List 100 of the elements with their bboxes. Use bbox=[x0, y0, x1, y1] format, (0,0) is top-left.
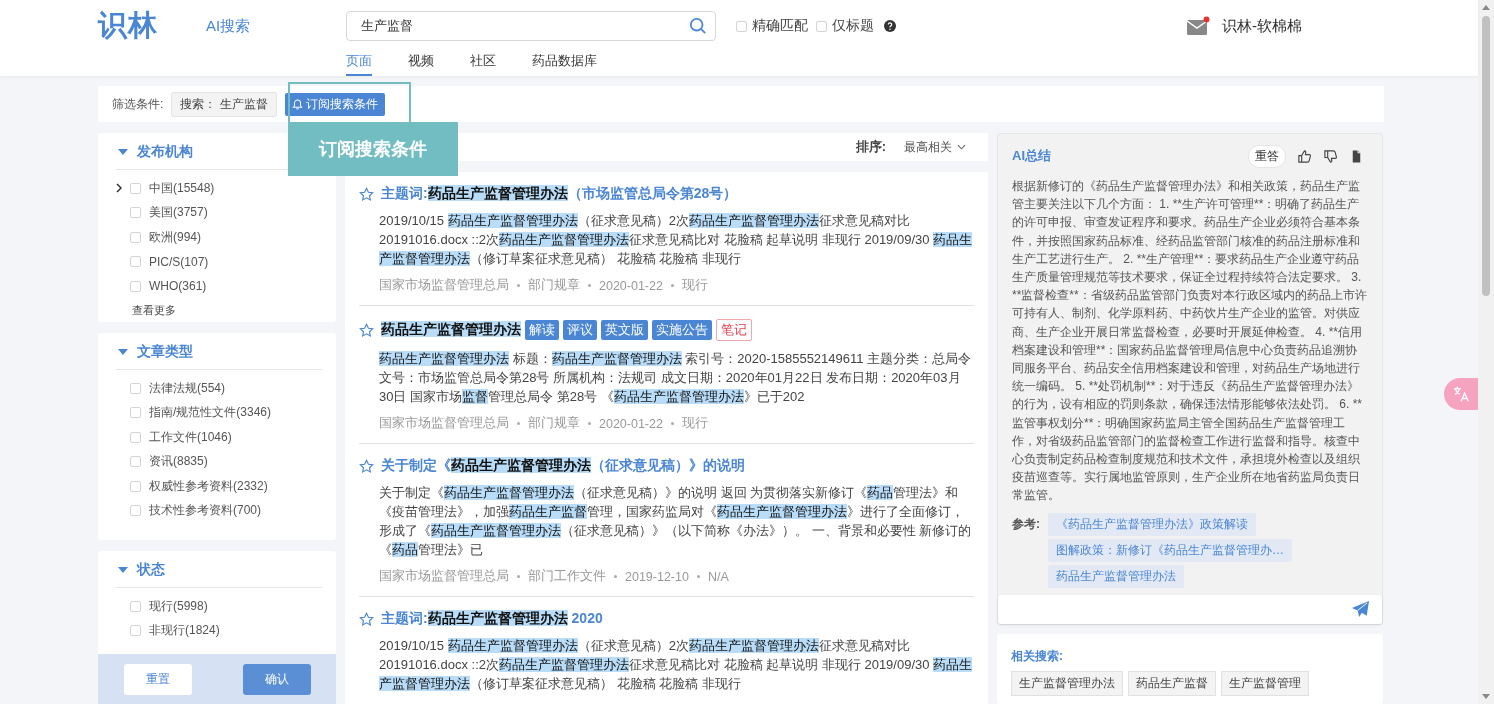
question-input[interactable] bbox=[998, 595, 1382, 624]
references-label: 参考: bbox=[1012, 515, 1040, 533]
checkbox[interactable] bbox=[736, 20, 747, 32]
result-meta: N/A bbox=[707, 569, 729, 584]
search-field[interactable]: 生产监督 bbox=[346, 11, 716, 41]
checkbox[interactable] bbox=[130, 456, 141, 468]
checkbox[interactable] bbox=[130, 407, 141, 419]
checkbox[interactable] bbox=[130, 505, 141, 517]
result-meta: 2019-12-10 bbox=[625, 569, 689, 584]
result-snippet: 药品生产监督管理办法 标题：药品生产监督管理办法 索引号：2020-1585552149611 主题分类：总局令文号：市场监管总局令第28号 所属机构：法规司 成文日期：2020年01月22日 发布日期：2020年03月30日 国家市场监督管理总局令 第28号 《药品生产监督管理办法》已于202 bbox=[379, 350, 973, 406]
user-name[interactable]: 识林-软棉棉 bbox=[1222, 16, 1302, 36]
related-search-chip[interactable]: 生产监督管理 bbox=[1221, 671, 1309, 696]
filter-option[interactable]: 权威性参考资料(2332) bbox=[149, 477, 268, 495]
panel-title[interactable]: 文章类型 bbox=[137, 343, 193, 361]
result-meta: 国家市场监督管理总局 bbox=[379, 568, 509, 585]
doc-tag[interactable]: 解读 bbox=[525, 320, 559, 340]
star-icon[interactable] bbox=[359, 186, 374, 202]
bell-icon bbox=[291, 98, 303, 110]
show-more-link[interactable]: 查看更多 bbox=[132, 302, 322, 318]
tooltip: 订阅搜索条件 bbox=[288, 122, 458, 176]
summary-text: 根据新修订的《药品生产监督管理办法》和相关政策，药品生产监管主要关注以下几个方面： 1. **生产许可管理**：明确了药品生产的许可申报、审查发证程序和要求。药品生产企业必须符合基本条件，并按照国家药品标准、经药品监管部门核准的药品注册标准和生产工艺进行生产。 2. **生产管理**：要求药品生产企业遵守药品生产质量管理规范等技术要求，保证全过程持续符合法定要求。 3. **监督检查**：省级药品监管部门负责对本行政区域内的药品上市许可持有人、制剂、化学原料药、中药饮片生产企业的监管。对供应商、生产企业开展日常监督检查，必要时开展延伸检查。 4. **信用档案建设和管理**：国家药品监督管理局信息中心负责药品追溯协同服务平台、药品安全信用档案建设和管理，对药品生产场地进行统一编码。 5. **处罚机制**：对于违反《药品生产监督管理办法》的行为，设有相应的罚则条款，确保违法情形能够依法处罚。 6. **监管事权划分**：明确国家药监局主管全国药品生产监督管理工作，对省级药品监管部门的监督检查工作进行监督和指导。核查中心负责制定药品检查制度规范和技术文件，承担境外检查以及组织疫苗巡查等。实行属地监管原则，生产企业所在地省药监局负责日常监管。 bbox=[1012, 178, 1368, 505]
reset-button[interactable]: 重置 bbox=[123, 663, 192, 695]
filter-chip[interactable]: 搜索： 生产监督 bbox=[171, 91, 277, 117]
filter-label: 筛选条件: bbox=[112, 95, 164, 113]
panel-title: 相关搜索: bbox=[1011, 648, 1064, 665]
caret-icon[interactable] bbox=[118, 567, 128, 573]
filter-option[interactable]: 法律法规(554) bbox=[149, 379, 225, 397]
nav-tab[interactable]: 页面 bbox=[346, 52, 372, 76]
star-icon[interactable] bbox=[359, 322, 374, 338]
result-title[interactable]: 关于制定《药品生产监督管理办法（征求意见稿）》的说明 bbox=[381, 457, 745, 475]
search-icon[interactable] bbox=[689, 17, 707, 35]
result-snippet: 关于制定《药品生产监督管理办法（征求意见稿）》的说明 返回 为贯彻落实新修订《药品管理法》和《疫苗管理法》，加强药品生产监督管理，国家药监局对《药品生产监督管理办法》进行了全面修订，形成了《药品生产监督管理办法（征求意见稿）》（以下简称《办法》）。 一、背景和必要性 新修订的《药品管理法》已 bbox=[379, 484, 973, 559]
filter-option[interactable]: WHO(361) bbox=[149, 279, 207, 294]
sort-label: 排序: bbox=[855, 138, 886, 156]
translate-button[interactable] bbox=[1444, 378, 1478, 410]
checkbox[interactable] bbox=[130, 207, 141, 219]
panel-title[interactable]: 发布机构 bbox=[137, 143, 193, 161]
site-logo[interactable]: 识林 bbox=[98, 6, 206, 46]
help-icon[interactable] bbox=[884, 20, 896, 32]
panel-title[interactable]: 状态 bbox=[137, 561, 165, 579]
filter-option[interactable]: 资讯(8835) bbox=[149, 453, 208, 471]
filter-option[interactable]: 现行(5998) bbox=[149, 597, 208, 615]
star-icon[interactable] bbox=[359, 611, 374, 627]
checkbox[interactable] bbox=[130, 480, 141, 492]
checkbox[interactable] bbox=[130, 231, 141, 243]
chevron-icon bbox=[957, 144, 966, 150]
note-tag[interactable]: 笔记 bbox=[716, 319, 752, 341]
related-search-chip[interactable]: 生产监督管理办法 bbox=[1011, 671, 1123, 696]
chevron-icon[interactable] bbox=[116, 183, 122, 194]
filter-option[interactable]: PIC/S(107) bbox=[149, 254, 209, 269]
checkbox[interactable] bbox=[130, 431, 141, 443]
option-label: 精确匹配 bbox=[752, 17, 808, 35]
nav-tab[interactable]: 社区 bbox=[470, 52, 496, 76]
sort-dropdown[interactable]: 最高相关 bbox=[904, 138, 966, 156]
translate-icon bbox=[1452, 385, 1470, 403]
mail-icon[interactable] bbox=[1186, 16, 1210, 36]
checkbox[interactable] bbox=[130, 256, 141, 268]
result-title[interactable]: 药品生产监督管理办法 bbox=[381, 321, 521, 339]
result-meta: 国家市场监督管理总局 bbox=[379, 277, 509, 294]
doc-tag[interactable]: 评议 bbox=[563, 320, 597, 340]
result-meta: 现行 bbox=[681, 277, 708, 294]
send-icon[interactable] bbox=[1351, 600, 1370, 619]
scrollbar[interactable] bbox=[1478, 0, 1494, 704]
result-meta: 部门规章 bbox=[528, 277, 580, 294]
filter-option[interactable]: 中国(15548) bbox=[149, 179, 215, 197]
subscribe-button[interactable]: 订阅搜索条件 bbox=[284, 92, 385, 116]
nav-tab[interactable]: 视频 bbox=[408, 52, 434, 76]
filter-option[interactable]: 技术性参考资料(700) bbox=[149, 502, 261, 520]
panel-title: AI总结 bbox=[1012, 147, 1051, 165]
result-snippet: 2019/10/15 药品生产监督管理办法（征求意见稿）2次药品生产监督管理办法征求意见稿对比 20191016.docx ::2次药品生产监督管理办法征求意见稿比对 花脸稿 起草说明 非现行 2019/09/30 药品生产监督管理办法（修订草案征求意见稿） 花脸稿 花脸稿 非现行 bbox=[379, 212, 974, 268]
checkbox[interactable] bbox=[130, 625, 141, 637]
checkbox[interactable] bbox=[130, 600, 141, 612]
filter-option[interactable]: 非现行(1824) bbox=[149, 622, 220, 640]
doc-tag[interactable]: 英文版 bbox=[601, 320, 648, 340]
result-meta: 部门工作文件 bbox=[528, 568, 606, 585]
caret-icon[interactable] bbox=[118, 349, 128, 355]
checkbox[interactable] bbox=[816, 20, 827, 32]
caret-icon[interactable] bbox=[118, 149, 128, 155]
doc-tag[interactable]: 实施公告 bbox=[652, 320, 712, 340]
checkbox[interactable] bbox=[130, 382, 141, 394]
result-meta: 部门规章 bbox=[528, 415, 580, 432]
result-title[interactable]: 主题词:药品生产监督管理办法（市场监管总局令第28号） bbox=[381, 185, 738, 203]
regenerate-button[interactable]: 重答 bbox=[1248, 144, 1286, 168]
checkbox[interactable] bbox=[130, 182, 141, 194]
result-meta: 国家市场监督管理总局 bbox=[379, 415, 509, 432]
related-search-chip[interactable]: 药品生产监督 bbox=[1128, 671, 1216, 696]
nav-tab[interactable]: 药品数据库 bbox=[532, 52, 597, 76]
star-icon[interactable] bbox=[359, 458, 374, 474]
filter-option[interactable]: 工作文件(1046) bbox=[149, 428, 232, 446]
thumbs-up-icon[interactable] bbox=[1297, 148, 1312, 164]
result-meta: 2020-01-22 bbox=[599, 278, 663, 293]
thumbs-down-icon[interactable] bbox=[1323, 148, 1338, 164]
filter-option[interactable]: 美国(3757) bbox=[149, 204, 208, 222]
checkbox[interactable] bbox=[130, 280, 141, 292]
ai-search-link[interactable]: AI搜索 bbox=[206, 16, 346, 36]
result-meta: 2020-01-22 bbox=[599, 416, 663, 431]
filter-option[interactable]: 欧洲(994) bbox=[149, 228, 201, 246]
filter-option[interactable]: 指南/规范性文件(3346) bbox=[149, 404, 272, 422]
result-snippet: 2019/10/15 药品生产监督管理办法（征求意见稿）2次药品生产监督管理办法征求意见稿对比 20191016.docx ::2次药品生产监督管理办法征求意见稿比对 花脸稿 起草说明 非现行 2019/09/30 药品生产监督管理办法（修订草案征求意见稿） 花脸稿 花脸稿 非现行 bbox=[379, 637, 974, 693]
option-label: 仅标题 bbox=[832, 17, 874, 35]
